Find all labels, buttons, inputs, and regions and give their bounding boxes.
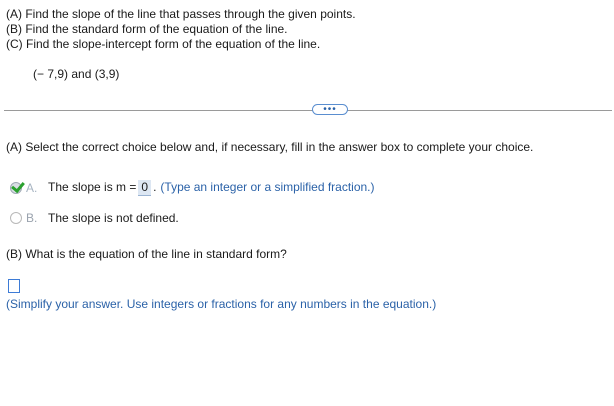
- correct-checkmark-icon: [11, 178, 25, 194]
- choice-a-letter: A.: [26, 181, 38, 195]
- choice-b-text: The slope is not defined.: [48, 211, 179, 225]
- choice-a-text: The slope is m = 0. (Type an integer or a …: [48, 180, 375, 196]
- choice-a-hint: (Type an integer or a simplified fractio…: [160, 180, 375, 194]
- problem-part-c: (C) Find the slope-intercept form of the…: [6, 37, 321, 51]
- problem-part-b: (B) Find the standard form of the equati…: [6, 22, 288, 36]
- more-options-button[interactable]: •••: [312, 104, 348, 115]
- question-a-instruction: (A) Select the correct choice below and,…: [6, 140, 534, 154]
- question-b-hint: (Simplify your answer. Use integers or f…: [6, 297, 437, 311]
- choice-a-radio[interactable]: [10, 178, 25, 194]
- question-b-prompt: (B) What is the equation of the line in …: [6, 247, 287, 261]
- given-points: (− 7,9) and (3,9): [33, 67, 120, 81]
- standard-form-answer-input[interactable]: [8, 279, 20, 293]
- choice-b-radio[interactable]: [10, 212, 22, 224]
- choice-b-letter: B.: [26, 211, 38, 225]
- section-divider: [4, 110, 612, 111]
- choice-b[interactable]: B. The slope is not defined.: [10, 210, 179, 226]
- choice-a-suffix: .: [153, 180, 157, 194]
- problem-part-a: (A) Find the slope of the line that pass…: [6, 7, 356, 21]
- choice-a-prefix: The slope is m =: [48, 180, 137, 194]
- slope-answer-value[interactable]: 0: [138, 180, 152, 196]
- choice-a[interactable]: A. The slope is m = 0. (Type an integer or…: [10, 178, 375, 196]
